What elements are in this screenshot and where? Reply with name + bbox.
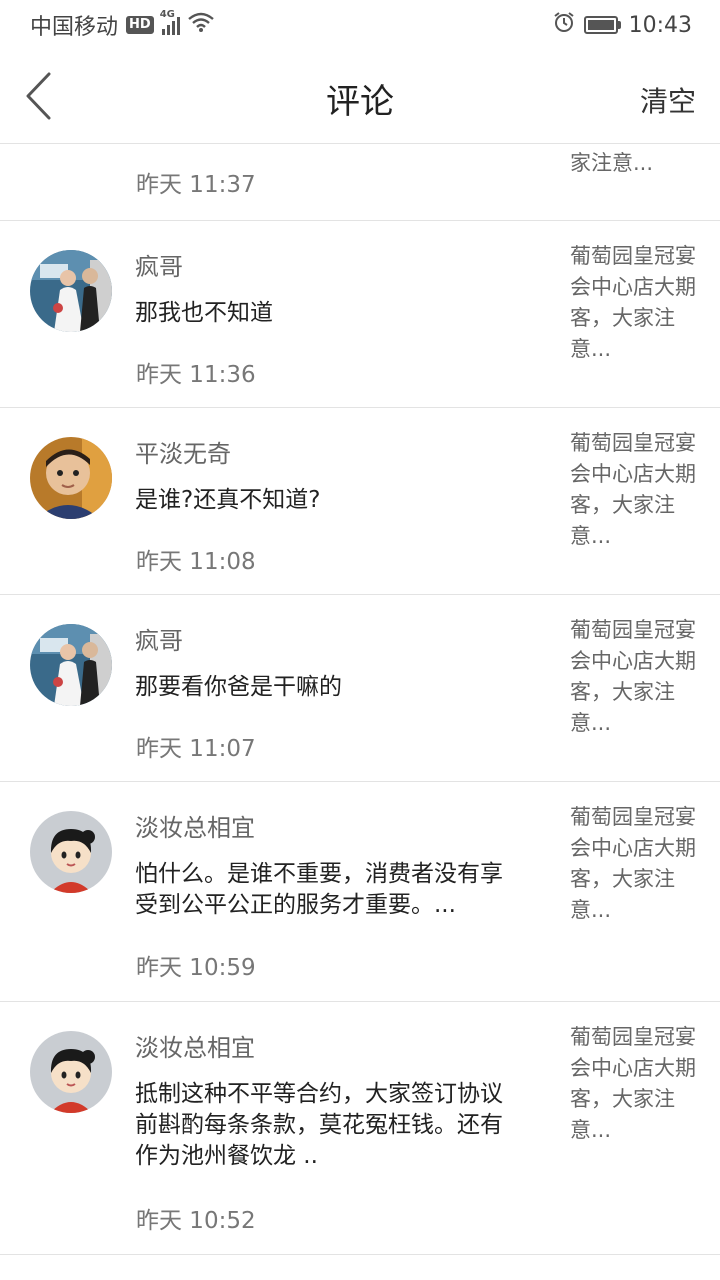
clear-button[interactable]: 清空 [640,80,696,120]
comment-row[interactable]: 家注意... 昨天 11:37 [0,145,720,221]
alarm-icon [552,10,576,40]
status-left: 中国移动 HD 4G [30,9,214,41]
comment-row[interactable]: 疯哥 那要看你爸是干嘛的 昨天 11:07 葡萄园皇冠宴会中心店大期客，大家注意… [0,595,720,782]
comment-author[interactable]: 疯哥 [135,247,183,282]
comment-time: 昨天 11:36 [136,362,256,388]
avatar[interactable] [30,1031,112,1113]
comment-time: 昨天 11:37 [136,172,256,198]
post-preview[interactable]: 家注意... [570,148,700,179]
status-right: 10:43 [552,10,692,40]
post-preview[interactable]: 葡萄园皇冠宴会中心店大期客，大家注意... [570,802,700,926]
comment-content: 那我也不知道 [135,300,273,326]
battery-icon [583,16,621,34]
comment-content: 是谁?还真不知道? [135,487,321,513]
network-type: 4G [159,9,175,20]
comment-author[interactable]: 淡妆总相宜 [135,1028,255,1063]
comment-list: 家注意... 昨天 11:37 疯哥 那我也不知道 昨天 11:36 葡萄园皇冠… [0,145,720,1280]
comment-time: 昨天 11:08 [136,549,256,575]
comment-row[interactable]: 疯哥 那我也不知道 昨天 11:36 葡萄园皇冠宴会中心店大期客，大家注意... [0,221,720,408]
comment-content: 抵制这种不平等合约，大家签订协议前斟酌每条条款，莫花冤枉钱。还有作为池州餐饮龙 … [135,1081,503,1169]
page-title: 评论 [326,82,394,122]
wifi-icon [187,12,214,38]
signal-icon: 4G [160,9,180,35]
avatar[interactable] [30,437,112,519]
avatar[interactable] [30,250,112,332]
comment-row[interactable]: 淡妆总相宜 怕什么。是谁不重要，消费者没有享受到公平公正的服务才重要。... 昨… [0,782,720,1002]
post-preview[interactable]: 葡萄园皇冠宴会中心店大期客，大家注意... [570,241,700,365]
comment-time: 昨天 10:52 [136,1208,256,1234]
comment-time: 昨天 10:59 [136,955,256,981]
status-bar: 中国移动 HD 4G 10:43 [0,0,720,50]
comment-author[interactable]: 淡妆总相宜 [135,808,255,843]
avatar[interactable] [30,811,112,893]
post-preview[interactable]: 葡萄园皇冠宴会中心店大期客，大家注意... [570,428,700,552]
carrier-name: 中国移动 [30,15,119,40]
comment-time: 昨天 11:07 [136,736,256,762]
comment-author[interactable]: 疯哥 [135,621,183,656]
post-preview[interactable]: 葡萄园皇冠宴会中心店大期客，大家注意... [570,615,700,739]
comment-row[interactable]: 平淡无奇 是谁?还真不知道? 昨天 11:08 葡萄园皇冠宴会中心店大期客，大家… [0,408,720,595]
comment-row[interactable]: 淡妆总相宜 抵制这种不平等合约，大家签订协议前斟酌每条条款，莫花冤枉钱。还有作为… [0,1002,720,1255]
comment-content: 怕什么。是谁不重要，消费者没有享受到公平公正的服务才重要。... [135,861,503,918]
post-preview[interactable]: 葡萄园皇冠宴会中心店大期客，大家注意... [570,1022,700,1146]
avatar[interactable] [30,624,112,706]
status-time: 10:43 [628,12,692,38]
hd-icon: HD [126,16,154,34]
comment-content: 那要看你爸是干嘛的 [135,674,342,700]
nav-bar: 评论 清空 [0,50,720,144]
comment-author[interactable]: 平淡无奇 [135,434,231,469]
